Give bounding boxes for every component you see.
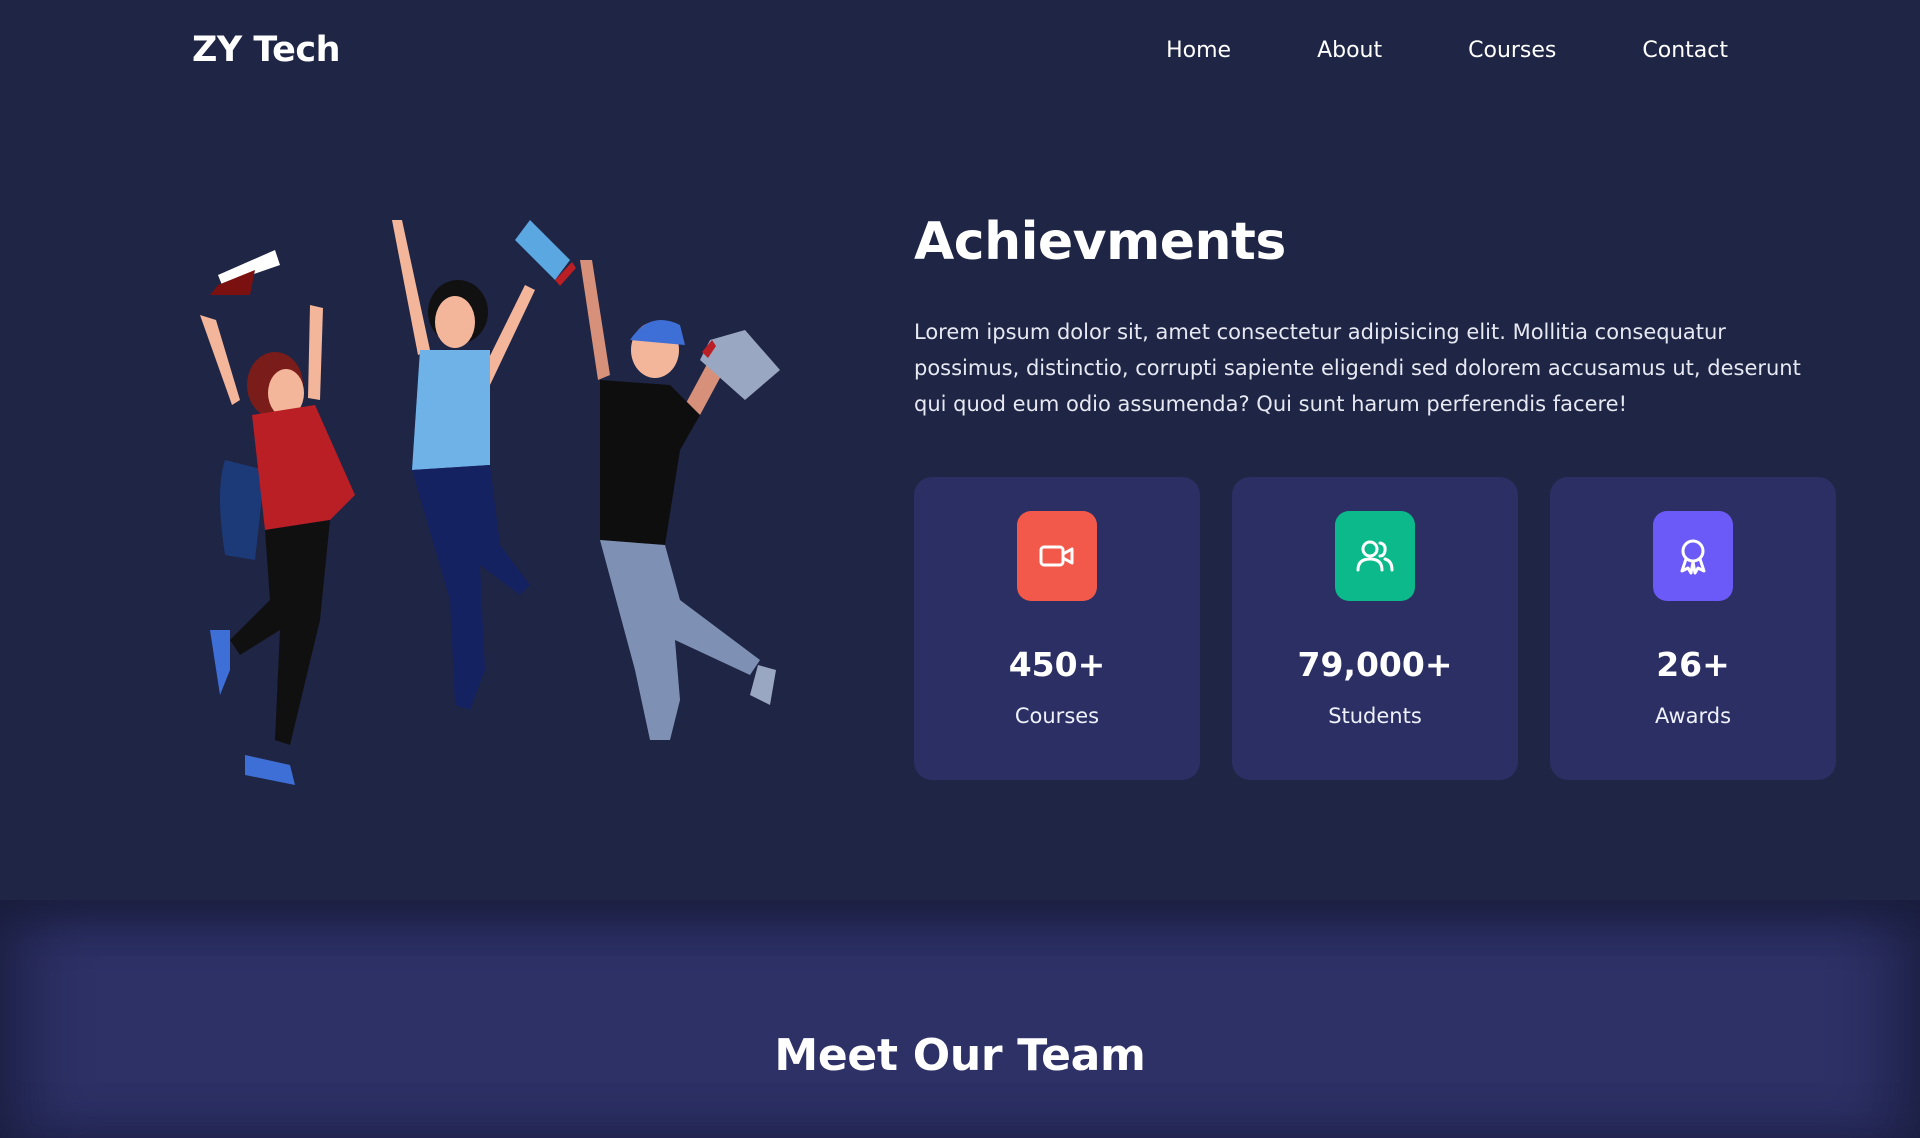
stat-card-courses: 450+ Courses: [914, 477, 1200, 780]
nav-link-contact[interactable]: Contact: [1642, 38, 1728, 63]
video-camera-icon: [1017, 511, 1097, 601]
users-icon: [1335, 511, 1415, 601]
student-blue-illustration: [392, 220, 576, 710]
stat-value: 79,000+: [1297, 645, 1453, 684]
stat-card-awards: 26+ Awards: [1550, 477, 1836, 780]
team-section: Meet Our Team: [0, 900, 1920, 1138]
nav-links: Home About Courses Contact: [1166, 38, 1728, 63]
site-logo[interactable]: ZY Tech: [192, 30, 341, 70]
team-title: Meet Our Team: [774, 1030, 1146, 1081]
achievements-title: Achievments: [914, 212, 1286, 272]
student-cap-illustration: [580, 260, 780, 740]
award-icon: [1653, 511, 1733, 601]
stat-label: Students: [1328, 704, 1422, 728]
stat-value: 26+: [1656, 645, 1730, 684]
student-red-illustration: [200, 250, 355, 785]
nav-link-about[interactable]: About: [1317, 38, 1382, 63]
stat-label: Awards: [1654, 704, 1732, 728]
nav-link-home[interactable]: Home: [1166, 38, 1231, 63]
stat-value: 450+: [1008, 645, 1106, 684]
stats-cards: 450+ Courses 79,000+ Students 26+ Awards: [914, 477, 1836, 780]
navbar: ZY Tech Home About Courses Contact: [0, 0, 1920, 110]
nav-link-courses[interactable]: Courses: [1468, 38, 1556, 63]
achievements-description: Lorem ipsum dolor sit, amet consectetur …: [914, 320, 1801, 416]
stat-card-students: 79,000+ Students: [1232, 477, 1518, 780]
jumping-students-illustration: [200, 220, 780, 785]
stat-label: Courses: [1014, 704, 1100, 728]
